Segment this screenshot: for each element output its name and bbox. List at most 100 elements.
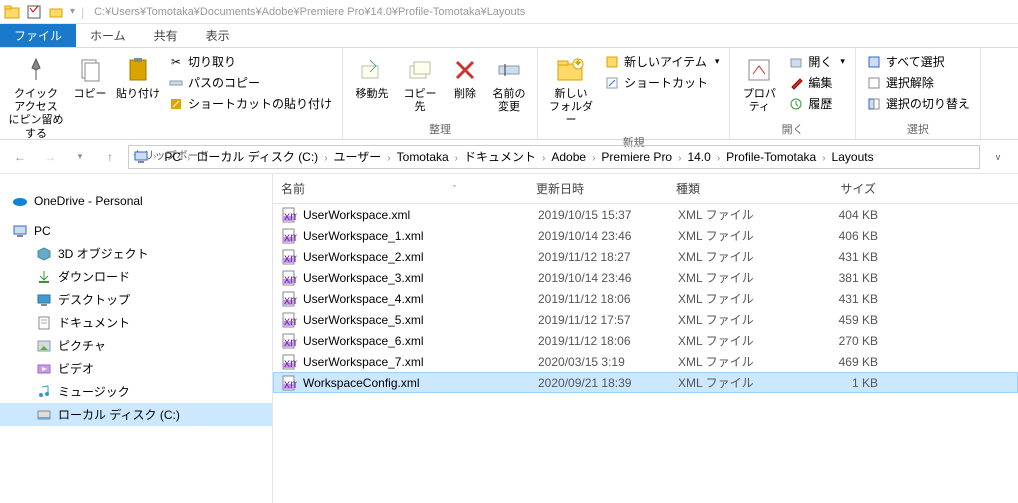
file-row[interactable]: xmlUserWorkspace_1.xml2019/10/14 23:46XM… [273,225,1018,246]
invert-icon [866,96,882,112]
column-type[interactable]: 種類 [676,180,796,197]
nav-forward-button[interactable]: → [38,145,62,169]
file-row[interactable]: xmlUserWorkspace_3.xml2019/10/14 23:46XM… [273,267,1018,288]
breadcrumb-segment[interactable]: Adobe [547,148,590,166]
cut-button[interactable]: ✂切り取り [164,52,336,71]
copy-to-icon [404,54,436,86]
tab-home[interactable]: ホーム [76,24,140,47]
column-date[interactable]: 更新日時 [536,180,676,197]
sidebar-item[interactable]: 3D オブジェクト [0,242,272,265]
music-icon [36,384,52,400]
file-row[interactable]: xmlWorkspaceConfig.xml2020/09/21 18:39XM… [273,372,1018,393]
shortcut-small-icon [604,75,620,91]
chevron-right-icon[interactable]: › [322,153,329,164]
chevron-right-icon[interactable]: › [385,153,392,164]
qat-folder-icon[interactable] [48,4,64,20]
properties-button[interactable]: プロパ ティ [736,50,782,118]
sidebar-item[interactable]: ダウンロード [0,265,272,288]
file-row[interactable]: xmlUserWorkspace_5.xml2019/11/12 17:57XM… [273,309,1018,330]
qat-save-icon[interactable] [26,4,42,20]
breadcrumb-segment[interactable]: Layouts [828,148,878,166]
sidebar-item-local-disk[interactable]: ローカル ディスク (C:) [0,403,272,426]
svg-text:xml: xml [284,209,297,223]
file-row[interactable]: xmlUserWorkspace_4.xml2019/11/12 18:06XM… [273,288,1018,309]
svg-text:xml: xml [284,314,297,328]
breadcrumb-dropdown[interactable]: v [986,145,1010,169]
sidebar-item[interactable]: ミュージック [0,380,272,403]
pin-quick-access-button[interactable]: クイック アクセス にピン留めする [6,50,66,145]
file-date: 2019/11/12 17:57 [538,313,678,327]
file-name: WorkspaceConfig.xml [303,376,538,390]
window-title-path: C:¥Users¥Tomotaka¥Documents¥Adobe¥Premie… [94,6,525,18]
sidebar-item-onedrive[interactable]: OneDrive - Personal [0,190,272,212]
rename-button[interactable]: 名前の 変更 [487,50,531,118]
breadcrumb-segment[interactable]: Profile-Tomotaka [722,148,820,166]
ribbon-group-clipboard: クイック アクセス にピン留めする コピー 貼り付け ✂切り取り パスのコピー … [0,48,343,139]
chevron-right-icon[interactable]: › [151,151,158,162]
file-row[interactable]: xmlUserWorkspace.xml2019/10/15 15:37XML … [273,204,1018,225]
paste-button[interactable]: 貼り付け [114,50,162,105]
delete-button[interactable]: 削除 [445,50,485,105]
file-date: 2020/03/15 3:19 [538,355,678,369]
file-name: UserWorkspace_6.xml [303,334,538,348]
file-row[interactable]: xmlUserWorkspace_6.xml2019/11/12 18:06XM… [273,330,1018,351]
new-item-button[interactable]: 新しいアイテム▾ [600,52,723,71]
chevron-right-icon[interactable]: › [820,153,827,164]
move-to-button[interactable]: 移動先 [349,50,395,105]
ribbon-group-select: すべて選択 選択解除 選択の切り替え 選択 [856,48,981,139]
sidebar-item-label: 3D オブジェクト [58,245,149,262]
sidebar-item[interactable]: デスクトップ [0,288,272,311]
file-size: 459 KB [798,313,878,327]
nav-pane[interactable]: OneDrive - Personal PC 3D オブジェクトダウンロードデス… [0,174,273,503]
file-list[interactable]: 名前ˆ 更新日時 種類 サイズ xmlUserWorkspace.xml2019… [273,174,1018,503]
sidebar-item[interactable]: ドキュメント [0,311,272,334]
edit-button[interactable]: 編集 [784,73,849,92]
column-size[interactable]: サイズ [796,180,876,197]
copy-button[interactable]: コピー [68,50,112,105]
sidebar-item[interactable]: ビデオ [0,357,272,380]
breadcrumb-segment[interactable]: Tomotaka [393,148,453,166]
invert-selection-button[interactable]: 選択の切り替え [862,94,974,113]
select-all-button[interactable]: すべて選択 [862,52,974,71]
paste-shortcut-button[interactable]: ショートカットの貼り付け [164,94,336,113]
download-icon [36,269,52,285]
open-icon [788,54,804,70]
new-folder-button[interactable]: ✦新しい フォルダー [544,50,598,132]
breadcrumb-segment[interactable]: 14.0 [683,148,714,166]
new-shortcut-button[interactable]: ショートカット [600,73,723,92]
breadcrumb-segment[interactable]: ユーザー [330,148,386,166]
tab-view[interactable]: 表示 [192,24,244,47]
file-type: XML ファイル [678,269,798,286]
file-row[interactable]: xmlUserWorkspace_7.xml2020/03/15 3:19XML… [273,351,1018,372]
sidebar-item-pc[interactable]: PC [0,220,272,242]
column-name[interactable]: 名前 [281,180,305,197]
breadcrumb-segment[interactable]: ローカル ディスク (C:) [192,148,322,166]
open-button[interactable]: 開く▾ [784,52,849,71]
breadcrumb[interactable]: › PC›ローカル ディスク (C:)›ユーザー›Tomotaka›ドキュメント… [128,145,980,169]
path-icon [168,75,184,91]
sidebar-item[interactable]: ピクチャ [0,334,272,357]
nav-up-button[interactable]: ↑ [98,145,122,169]
copy-to-button[interactable]: コピー先 [397,50,443,118]
nav-back-button[interactable]: ← [8,145,32,169]
chevron-right-icon[interactable]: › [453,153,460,164]
file-name: UserWorkspace_1.xml [303,229,538,243]
main-area: OneDrive - Personal PC 3D オブジェクトダウンロードデス… [0,174,1018,503]
file-type: XML ファイル [678,374,798,391]
column-headers[interactable]: 名前ˆ 更新日時 種類 サイズ [273,174,1018,204]
tab-share[interactable]: 共有 [140,24,192,47]
paste-label: 貼り付け [116,88,160,101]
history-button[interactable]: 履歴 [784,94,849,113]
tab-file[interactable]: ファイル [0,24,76,47]
file-row[interactable]: xmlUserWorkspace_2.xml2019/11/12 18:27XM… [273,246,1018,267]
pin-quick-access-label: クイック アクセス にピン留めする [8,88,64,141]
breadcrumb-segment[interactable]: PC [160,148,185,166]
qat-dropdown-icon[interactable]: ▾ [70,6,75,17]
nav-recent-dropdown[interactable]: ▾ [68,145,92,169]
breadcrumb-segment[interactable]: ドキュメント [460,148,540,166]
edit-icon [788,75,804,91]
select-none-button[interactable]: 選択解除 [862,73,974,92]
copy-path-button[interactable]: パスのコピー [164,73,336,92]
sidebar-item-label: ピクチャ [58,337,106,354]
breadcrumb-segment[interactable]: Premiere Pro [597,148,676,166]
